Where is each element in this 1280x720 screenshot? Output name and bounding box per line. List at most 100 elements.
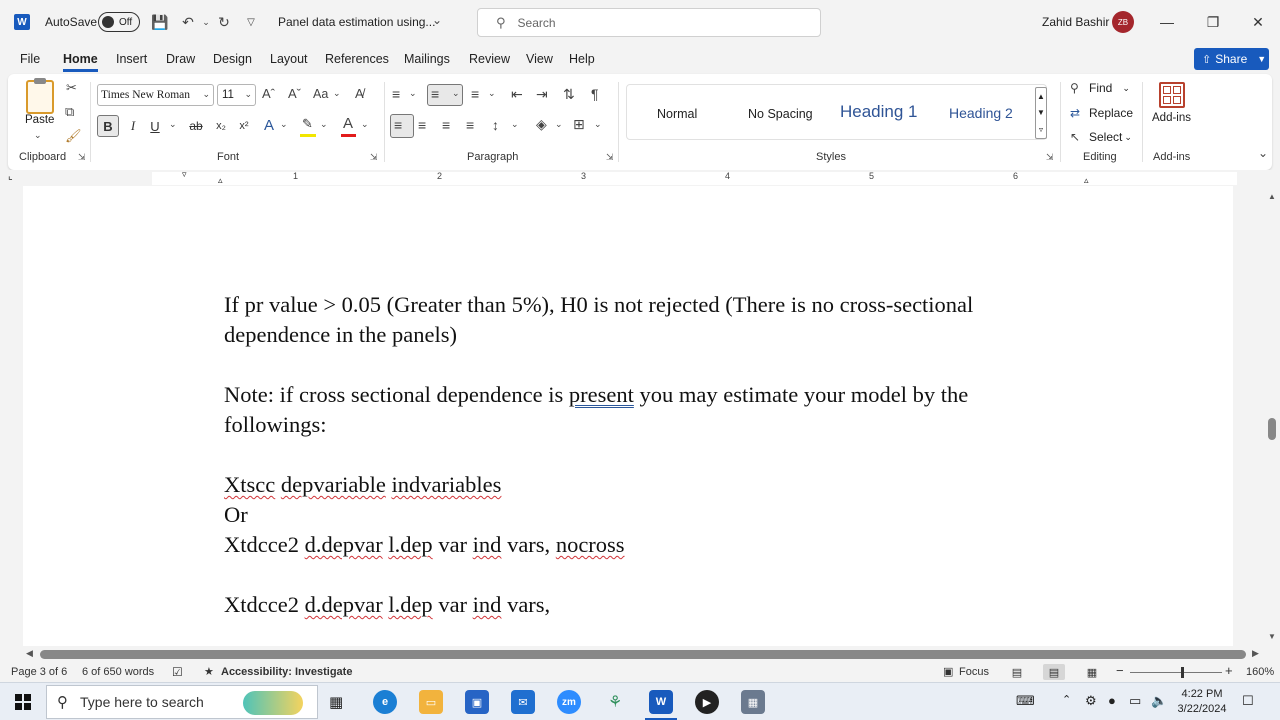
taskbar-search-box[interactable]: ⚲ Type here to search — [46, 685, 318, 719]
spell-flag-word[interactable]: d.depvar — [305, 532, 383, 557]
subscript-button[interactable]: x₂ — [212, 115, 230, 137]
focus-button[interactable]: Focus — [959, 666, 989, 678]
dialog-launcher-icon[interactable]: ⇲ — [1046, 152, 1054, 163]
highlight-icon[interactable]: ✎ — [302, 116, 313, 132]
multilevel-list-icon[interactable]: ≡ — [471, 86, 479, 102]
bullets-icon[interactable]: ≡ — [392, 86, 400, 102]
accessibility-status[interactable]: Accessibility: Investigate — [221, 666, 352, 678]
change-case-button[interactable]: Aa — [313, 87, 328, 101]
chevron-up-icon[interactable]: ▲ — [1037, 92, 1045, 101]
chevron-down-icon[interactable]: ⌄ — [511, 119, 519, 130]
tab-draw[interactable]: Draw — [166, 52, 195, 66]
microphone-icon[interactable]: ● — [1108, 693, 1116, 708]
chevron-down-icon[interactable]: ⌄ — [432, 13, 442, 27]
device-icon[interactable]: ⚙ — [1085, 693, 1097, 709]
accessibility-icon[interactable]: ★ — [204, 665, 214, 678]
line-spacing-icon[interactable]: ↕ — [492, 117, 499, 133]
spell-flag-word[interactable]: ind — [473, 532, 502, 557]
read-mode-icon[interactable]: ▤ — [1010, 665, 1024, 679]
vertical-scroll-thumb[interactable] — [1268, 418, 1276, 440]
restore-icon[interactable]: ❐ — [1203, 12, 1223, 32]
replace-button[interactable]: ⇄ Replace — [1070, 106, 1133, 120]
collapse-ribbon-icon[interactable]: ⌄ — [1258, 146, 1268, 160]
chevron-down-icon[interactable]: ⌄ — [488, 88, 496, 99]
tab-insert[interactable]: Insert — [116, 52, 147, 66]
find-button[interactable]: ⚲ Find ⌄ — [1070, 81, 1130, 95]
proofing-icon[interactable]: ☑ — [172, 665, 183, 679]
font-size-box[interactable]: 11 ⌄ — [217, 84, 256, 106]
dialog-launcher-icon[interactable]: ⇲ — [370, 152, 378, 163]
page-count[interactable]: Page 3 of 6 — [11, 666, 67, 678]
tab-help[interactable]: Help — [569, 52, 595, 66]
print-layout-icon[interactable]: ▤ — [1043, 664, 1065, 680]
scroll-up-icon[interactable]: ▲ — [1268, 192, 1276, 201]
search-box[interactable]: ⚲ Search — [477, 8, 821, 37]
doc-line[interactable]: followings: — [224, 410, 327, 440]
decrease-indent-icon[interactable]: ⇤ — [511, 86, 523, 103]
undo-icon[interactable]: ↶ — [179, 13, 197, 31]
zoom-in-icon[interactable]: + — [1225, 663, 1233, 678]
spell-flag-word[interactable]: ind — [473, 592, 502, 617]
chevron-down-icon[interactable]: ⌄ — [320, 119, 328, 130]
italic-button[interactable]: I — [126, 115, 140, 137]
notifications-icon[interactable]: ☐ — [1242, 693, 1254, 709]
cut-icon[interactable]: ✂ — [66, 80, 77, 96]
web-layout-icon[interactable]: ▦ — [1085, 665, 1099, 679]
style-normal[interactable]: Normal — [657, 107, 697, 121]
copy-icon[interactable]: ⧉ — [65, 104, 74, 120]
user-name[interactable]: Zahid Bashir — [1042, 15, 1109, 29]
tab-references[interactable]: References — [325, 52, 389, 66]
chevron-down-icon[interactable]: ⌄ — [555, 119, 563, 130]
clear-formatting-icon[interactable]: A̸ — [355, 86, 364, 101]
shrink-font-icon[interactable]: Aˇ — [288, 86, 301, 101]
scroll-left-icon[interactable]: ◀ — [26, 648, 33, 659]
grow-font-icon[interactable]: Aˆ — [262, 86, 275, 101]
chevron-down-icon[interactable]: ⌄ — [34, 130, 42, 141]
underline-button[interactable]: U — [148, 115, 162, 137]
document-title[interactable]: Panel data estimation using... — [278, 15, 435, 29]
media-player-icon[interactable]: ▶ — [695, 690, 719, 714]
mail-icon[interactable]: ✉ — [511, 690, 535, 714]
tab-stop-icon[interactable]: ⌞ — [8, 171, 13, 182]
doc-line[interactable]: dependence in the panels) — [224, 320, 457, 350]
tab-view[interactable]: View — [526, 52, 553, 66]
tab-home[interactable]: Home — [63, 52, 98, 72]
style-no-spacing[interactable]: No Spacing — [748, 107, 813, 121]
increase-indent-icon[interactable]: ⇥ — [536, 86, 548, 103]
ruler-track[interactable]: ▿ ▵ ▵ — [152, 169, 1237, 186]
tab-layout[interactable]: Layout — [270, 52, 308, 66]
keyboard-icon[interactable]: ⌨ — [1016, 693, 1035, 709]
spell-flag-word[interactable]: Xtscc — [224, 472, 275, 497]
spell-flag-word[interactable]: l.dep — [388, 532, 432, 557]
spell-flag-word[interactable]: nocross — [556, 532, 625, 557]
avatar[interactable]: ZB — [1112, 11, 1134, 33]
align-left-icon[interactable]: ≡ — [394, 117, 402, 133]
zoom-percentage[interactable]: 160% — [1246, 666, 1274, 678]
paste-label[interactable]: Paste — [25, 114, 54, 126]
clock[interactable]: 4:22 PM 3/22/2024 — [1172, 687, 1232, 717]
undo-dropdown-icon[interactable]: ⌄ — [197, 13, 215, 31]
network-app-icon[interactable]: ⚘ — [603, 690, 627, 714]
tab-file[interactable]: File — [20, 52, 40, 66]
borders-icon[interactable]: ⊞ — [573, 116, 585, 133]
strikethrough-button[interactable]: ab — [185, 115, 207, 137]
more-styles-icon[interactable]: ▿ — [1039, 125, 1043, 134]
spell-flag-word[interactable]: d.depvar — [305, 592, 383, 617]
style-heading-2[interactable]: Heading 2 — [949, 105, 1013, 121]
numbering-icon[interactable]: ≡ — [431, 86, 439, 102]
chevron-down-icon[interactable]: ⌄ — [169, 119, 177, 130]
zoom-out-icon[interactable]: − — [1116, 663, 1124, 678]
zoom-slider-knob[interactable] — [1181, 667, 1184, 678]
first-line-indent-icon[interactable]: ▿ — [182, 169, 187, 180]
doc-line[interactable]: Note: if cross sectional dependence is p… — [224, 380, 968, 410]
customize-toolbar-icon[interactable]: ▽ — [242, 13, 260, 31]
paste-icon[interactable] — [26, 78, 54, 114]
spell-flag-word[interactable]: depvariable — [281, 472, 386, 497]
autosave-toggle[interactable]: Off — [98, 12, 140, 32]
doc-command-line[interactable]: Xtscc depvariable indvariables — [224, 470, 501, 500]
font-color-icon[interactable]: A — [343, 115, 353, 132]
chevron-down-icon[interactable]: ⌄ — [361, 119, 369, 130]
calculator-icon[interactable]: ▦ — [741, 690, 765, 714]
right-indent-icon[interactable]: ▵ — [1084, 175, 1089, 186]
chevron-down-icon[interactable]: ▼ — [1037, 108, 1045, 117]
